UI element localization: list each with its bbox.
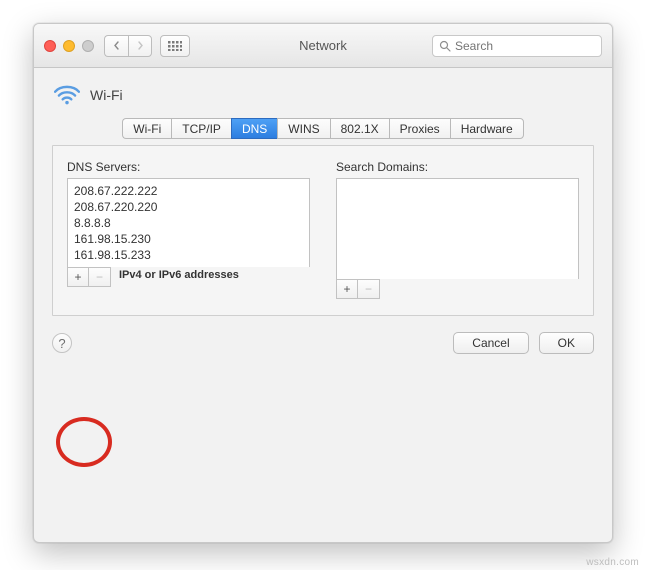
nav-group [104, 35, 152, 57]
wifi-icon [54, 84, 80, 106]
watermark: wsxdn.com [586, 557, 639, 568]
connection-header: Wi-Fi [52, 80, 594, 116]
annotation-highlight [56, 417, 112, 467]
list-item[interactable]: 161.98.15.233 [74, 247, 303, 263]
search-domains-controls: + − [336, 279, 380, 299]
dns-hint: IPv4 or IPv6 addresses [119, 269, 356, 281]
search-icon [439, 40, 451, 52]
search-field-wrap[interactable] [432, 35, 602, 57]
dns-servers-controls: + − [67, 267, 111, 287]
footer: ? Cancel OK [52, 332, 594, 354]
list-item[interactable]: 208.67.222.222 [74, 183, 303, 199]
search-domains-column: Search Domains: + − [336, 160, 579, 299]
preferences-window: Network Wi-Fi Wi-FiTCP/IPDNSWINS802.1XPr… [33, 23, 613, 543]
search-domains-list[interactable] [336, 178, 579, 279]
search-input[interactable] [455, 39, 610, 53]
list-item[interactable]: 8.8.8.8 [74, 215, 303, 231]
titlebar: Network [34, 24, 612, 68]
dns-servers-column: DNS Servers: 208.67.222.222208.67.220.22… [67, 160, 310, 299]
tab-bar: Wi-FiTCP/IPDNSWINS802.1XProxiesHardware [52, 118, 594, 139]
tab-proxies[interactable]: Proxies [389, 118, 450, 139]
chevron-right-icon [137, 41, 144, 50]
window-controls [44, 40, 94, 52]
tab-hardware[interactable]: Hardware [450, 118, 524, 139]
tab-8021x[interactable]: 802.1X [330, 118, 389, 139]
connection-name: Wi-Fi [90, 87, 123, 103]
help-button[interactable]: ? [52, 333, 72, 353]
dns-panel: DNS Servers: 208.67.222.222208.67.220.22… [52, 145, 594, 316]
back-button[interactable] [104, 35, 128, 57]
cancel-button[interactable]: Cancel [453, 332, 528, 354]
remove-search-domain-button[interactable]: − [358, 280, 379, 298]
tab-tcpip[interactable]: TCP/IP [171, 118, 231, 139]
content-area: Wi-Fi Wi-FiTCP/IPDNSWINS802.1XProxiesHar… [34, 68, 612, 372]
grid-icon [168, 41, 182, 51]
ok-button[interactable]: OK [539, 332, 594, 354]
list-item[interactable]: 208.67.220.220 [74, 199, 303, 215]
add-search-domain-button[interactable]: + [337, 280, 358, 298]
list-item[interactable]: 161.98.15.230 [74, 231, 303, 247]
close-button[interactable] [44, 40, 56, 52]
dns-servers-label: DNS Servers: [67, 160, 310, 174]
tab-dns[interactable]: DNS [231, 118, 277, 139]
forward-button[interactable] [128, 35, 152, 57]
dns-servers-list[interactable]: 208.67.222.222208.67.220.2208.8.8.8161.9… [67, 178, 310, 267]
tab-wins[interactable]: WINS [277, 118, 329, 139]
show-all-button[interactable] [160, 35, 190, 57]
tab-wifi[interactable]: Wi-Fi [122, 118, 171, 139]
chevron-left-icon [113, 41, 120, 50]
remove-dns-server-button[interactable]: − [89, 268, 110, 286]
search-domains-label: Search Domains: [336, 160, 579, 174]
zoom-button [82, 40, 94, 52]
add-dns-server-button[interactable]: + [68, 268, 89, 286]
minimize-button[interactable] [63, 40, 75, 52]
